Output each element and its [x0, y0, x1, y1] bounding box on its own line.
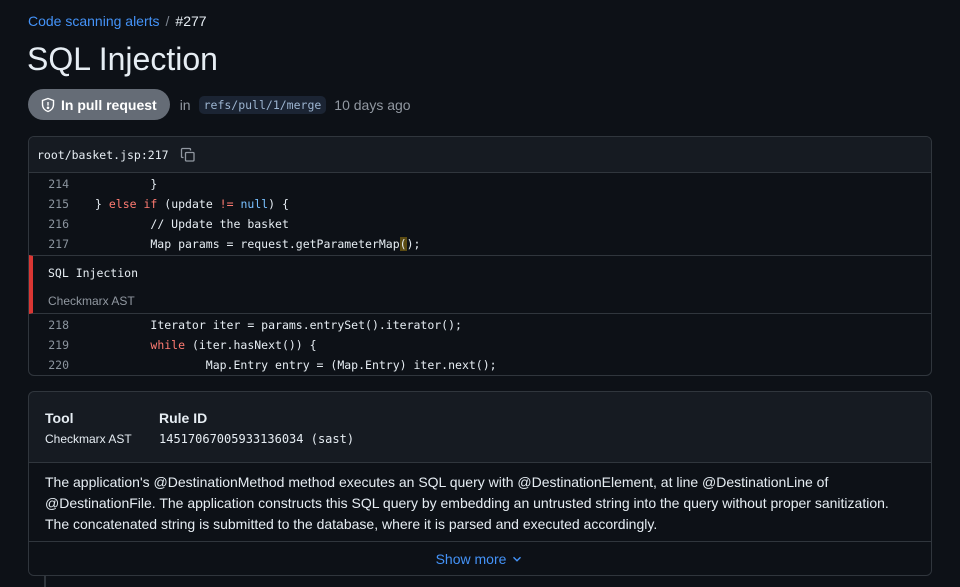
tool-value: Checkmarx AST [45, 432, 132, 446]
alert-age: 10 days ago [334, 96, 411, 113]
code-header: root/basket.jsp:217 [29, 137, 931, 173]
inline-alert-title: SQL Injection [48, 266, 139, 280]
alert-description: The application's @DestinationMethod met… [29, 462, 931, 541]
code-snippet: root/basket.jsp:217 214 } 215 } else if … [28, 136, 932, 376]
state-badge: In pull request [28, 89, 170, 120]
code-text: Iterator iter = params.entrySet().iterat… [150, 318, 462, 332]
code-line: 220 Map.Entry entry = (Map.Entry) iter.n… [29, 355, 931, 375]
breadcrumb: Code scanning alerts / #277 [28, 13, 207, 29]
rule-id-header: Rule ID [159, 410, 208, 426]
code-text: // Update the basket [150, 217, 289, 231]
rule-id-value: 14517067005933136034 (sast) [159, 432, 355, 446]
show-more-label: Show more [435, 551, 507, 567]
breadcrumb-separator: / [165, 13, 170, 29]
code-line: 217 Map params = request.getParameterMap… [29, 234, 931, 254]
line-number: 218 [48, 318, 69, 332]
code-lines-before: 214 } 215 } else if (update != null) { 2… [29, 173, 931, 254]
copy-icon [180, 147, 195, 162]
timeline-line [44, 575, 46, 587]
code-text: while (iter.hasNext()) { [150, 338, 317, 352]
in-label: in [179, 96, 191, 113]
tool-header: Tool [45, 410, 74, 426]
code-line: 214 } [29, 174, 931, 194]
show-more-button[interactable]: Show more [29, 541, 931, 575]
line-number: 217 [48, 237, 69, 251]
chevron-down-icon [513, 556, 522, 562]
line-number: 214 [48, 177, 69, 191]
breadcrumb-current: #277 [175, 13, 207, 29]
code-text: Map.Entry entry = (Map.Entry) iter.next(… [205, 358, 497, 372]
code-line: 219 while (iter.hasNext()) { [29, 335, 931, 355]
page-title: SQL Injection [27, 41, 218, 77]
code-lines-after: 218 Iterator iter = params.entrySet().it… [29, 314, 931, 375]
branch-ref[interactable]: refs/pull/1/merge [198, 95, 327, 114]
copy-button[interactable] [179, 146, 197, 164]
code-line: 215 } else if (update != null) { [29, 194, 931, 214]
rule-column: Rule ID 14517067005933136034 (sast) [159, 410, 354, 462]
code-text: Map params = request.getParameterMap(); [95, 237, 421, 251]
file-path[interactable]: root/basket.jsp:217 [37, 148, 169, 162]
line-number: 219 [48, 338, 69, 352]
state-label: In pull request [61, 96, 157, 113]
inline-alert: SQL Injection Checkmarx AST [29, 255, 931, 314]
alert-details: Tool Checkmarx AST Rule ID 1451706700593… [28, 391, 932, 576]
line-number: 220 [48, 358, 69, 372]
shield-icon [41, 97, 55, 112]
code-line: 218 Iterator iter = params.entrySet().it… [29, 315, 931, 335]
line-number: 215 [48, 197, 69, 211]
breadcrumb-code-scanning-link[interactable]: Code scanning alerts [28, 13, 160, 29]
alert-status-row: In pull request in refs/pull/1/merge 10 … [28, 89, 411, 120]
code-text: } else if (update != null) { [95, 197, 289, 211]
tool-column: Tool Checkmarx AST [45, 410, 159, 462]
alert-metadata: Tool Checkmarx AST Rule ID 1451706700593… [29, 392, 931, 462]
code-line: 216 // Update the basket [29, 214, 931, 234]
code-text: } [150, 177, 158, 191]
inline-alert-tool: Checkmarx AST [48, 294, 135, 308]
line-number: 216 [48, 217, 69, 231]
